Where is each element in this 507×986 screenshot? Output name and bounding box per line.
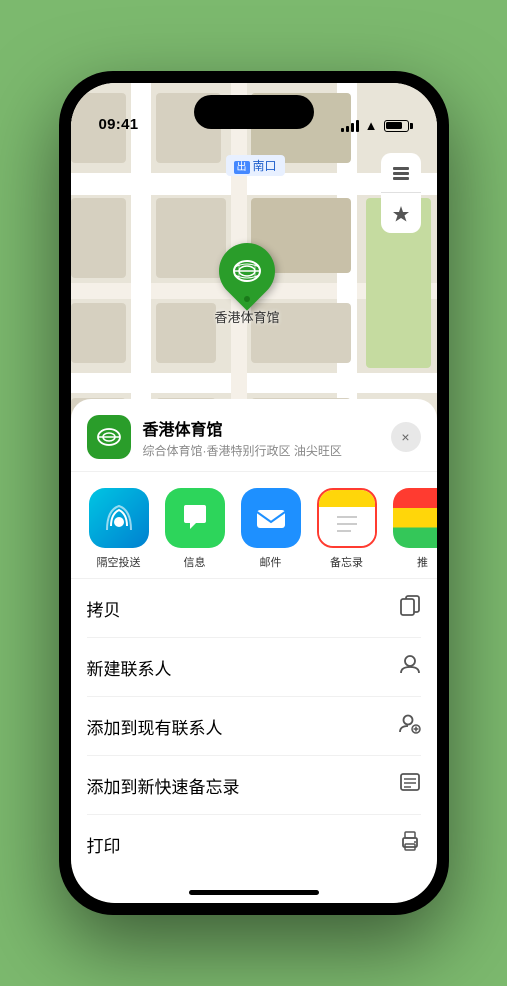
share-row: 隔空投送 信息 [71,472,437,579]
block10 [71,198,126,278]
action-add-contact[interactable]: 添加到现有联系人 [87,697,421,756]
quick-note-icon [399,771,421,799]
map-controls [381,153,421,233]
venue-subtitle: 综合体育馆·香港特别行政区 油尖旺区 [143,442,391,459]
marker-pin-inner [226,250,268,292]
share-item-messages[interactable]: 信息 [163,488,227,570]
venue-name: 香港体育馆 [143,416,391,440]
add-contact-label: 添加到现有联系人 [87,714,223,739]
block11 [71,303,126,363]
share-item-mail[interactable]: 邮件 [239,488,303,570]
bar4 [356,120,359,132]
bar2 [346,126,349,132]
phone-screen: 09:41 ▲ [71,83,437,903]
action-quick-note[interactable]: 添加到新快速备忘录 [87,756,421,815]
more-label: 推 [417,554,428,570]
phone-frame: 09:41 ▲ [59,71,449,915]
add-contact-icon [399,712,421,740]
new-contact-icon [399,653,421,681]
share-item-airdrop[interactable]: 隔空投送 [87,488,151,570]
home-indicator [189,890,319,895]
close-button[interactable]: × [391,422,421,452]
quick-note-label: 添加到新快速备忘录 [87,773,240,798]
block5 [156,303,216,363]
bar3 [351,123,354,132]
action-print[interactable]: 打印 [87,815,421,873]
map-label-prefix: 出 [234,161,250,174]
signal-bars-icon [341,120,359,132]
battery-icon [384,120,409,132]
airdrop-label: 隔空投送 [97,554,141,570]
action-new-contact[interactable]: 新建联系人 [87,638,421,697]
wifi-icon: ▲ [365,118,378,133]
bottom-sheet: 香港体育馆 综合体育馆·香港特别行政区 油尖旺区 × 隔空 [71,399,437,903]
messages-label: 信息 [184,554,206,570]
copy-label: 拷贝 [87,596,121,621]
venue-info: 香港体育馆 综合体育馆·香港特别行政区 油尖旺区 [143,416,391,459]
map-label: 出南口 [226,155,285,176]
notes-icon [317,488,377,548]
copy-icon [399,594,421,622]
map-label-text: 南口 [253,159,277,173]
action-list: 拷贝 新建联系人 [71,579,437,873]
dynamic-island [194,95,314,129]
print-label: 打印 [87,832,121,857]
mail-label: 邮件 [260,554,282,570]
action-copy[interactable]: 拷贝 [87,579,421,638]
bar1 [341,128,344,132]
new-contact-label: 新建联系人 [87,655,172,680]
airdrop-icon [89,488,149,548]
print-icon [399,830,421,858]
road-h3 [71,373,437,393]
share-item-notes[interactable]: 备忘录 [315,488,379,570]
marker-dot [244,296,250,302]
share-item-more[interactable]: 推 [391,488,437,570]
stadium-marker: 香港体育馆 [214,243,279,326]
notes-label: 备忘录 [330,554,363,570]
mail-icon [241,488,301,548]
messages-icon [165,488,225,548]
map-location-button[interactable] [381,193,421,233]
more-icon [393,488,437,548]
status-icons: ▲ [341,118,409,133]
sheet-header: 香港体育馆 综合体育馆·香港特别行政区 油尖旺区 × [71,399,437,472]
map-layers-button[interactable] [381,153,421,193]
status-time: 09:41 [99,116,139,133]
battery-fill [386,122,402,129]
venue-icon [87,415,131,459]
